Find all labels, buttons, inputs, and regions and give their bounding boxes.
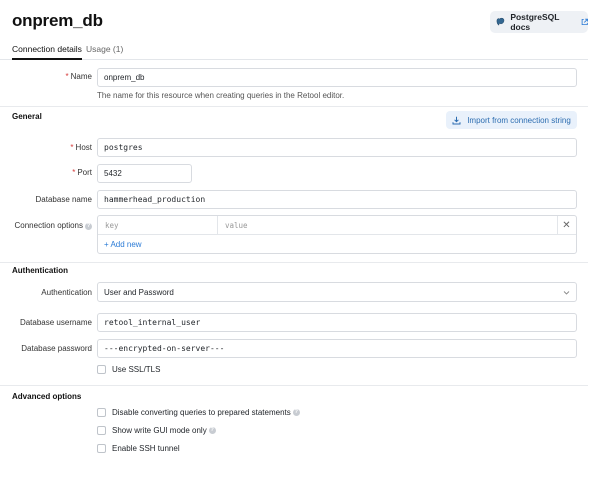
advanced-option: Disable converting queries to prepared s… [97, 408, 300, 417]
authentication-select[interactable]: User and Password [97, 282, 577, 302]
name-label: * Name [65, 72, 92, 81]
ssl-option: Use SSL/TLS [97, 365, 160, 374]
port-input[interactable]: 5432 [97, 164, 192, 183]
ssl-checkbox[interactable] [97, 365, 106, 374]
write-gui-mode-checkbox[interactable] [97, 426, 106, 435]
connection-options-table: key value ✕ + Add new [97, 215, 577, 254]
import-connection-string-button[interactable]: Import from connection string [446, 111, 577, 129]
divider [0, 262, 588, 263]
postgresql-docs-button[interactable]: PostgreSQL docs [490, 11, 588, 33]
database-username-label: Database username [19, 318, 92, 327]
info-icon[interactable]: ? [85, 223, 92, 230]
database-name-label: Database name [35, 195, 92, 204]
section-advanced-options: Advanced options [12, 392, 82, 401]
option-label: Show write GUI mode only [112, 426, 207, 435]
name-helper-text: The name for this resource when creating… [97, 91, 345, 100]
add-new-option-link[interactable]: + Add new [104, 240, 142, 249]
option-key-input[interactable]: key [98, 216, 218, 235]
database-password-input[interactable]: ---encrypted-on-server--- [97, 339, 577, 358]
tab-usage[interactable]: Usage (1) [86, 44, 123, 54]
close-icon[interactable]: ✕ [557, 216, 576, 235]
postgresql-icon [496, 17, 505, 26]
authentication-label: Authentication [41, 288, 92, 297]
name-input[interactable]: onprem_db [97, 68, 577, 87]
connection-option-row: key value ✕ [98, 216, 576, 235]
authentication-select-value: User and Password [104, 287, 174, 297]
port-label: * Port [72, 168, 92, 177]
external-link-icon [581, 18, 588, 26]
tab-connection-details[interactable]: Connection details [12, 44, 82, 60]
page-title: onprem_db [12, 11, 103, 30]
option-label: Enable SSH tunnel [112, 444, 180, 453]
connection-options-label: Connection options? [14, 221, 92, 230]
host-input[interactable]: postgres [97, 138, 577, 157]
divider [0, 106, 588, 107]
download-icon [452, 116, 461, 124]
docs-button-label: PostgreSQL docs [510, 12, 560, 32]
database-password-label: Database password [21, 344, 92, 353]
section-general: General [12, 112, 42, 121]
section-authentication: Authentication [12, 266, 68, 275]
tab-bar: Connection details Usage (1) [0, 42, 588, 60]
database-name-input[interactable]: hammerhead_production [97, 190, 577, 209]
host-label: * Host [70, 143, 92, 152]
divider [0, 385, 588, 386]
info-icon[interactable]: ? [292, 409, 300, 416]
option-value-input[interactable]: value [218, 216, 558, 235]
info-icon[interactable]: ? [208, 427, 216, 434]
disable-prepared-statements-checkbox[interactable] [97, 408, 106, 417]
advanced-option: Enable SSH tunnel [97, 444, 180, 453]
advanced-option: Show write GUI mode only ? [97, 426, 216, 435]
ssh-tunnel-checkbox[interactable] [97, 444, 106, 453]
chevron-down-icon [563, 291, 570, 295]
import-button-label: Import from connection string [467, 115, 571, 125]
database-username-input[interactable]: retool_internal_user [97, 313, 577, 332]
option-label: Disable converting queries to prepared s… [112, 408, 291, 417]
ssl-label: Use SSL/TLS [112, 365, 161, 374]
